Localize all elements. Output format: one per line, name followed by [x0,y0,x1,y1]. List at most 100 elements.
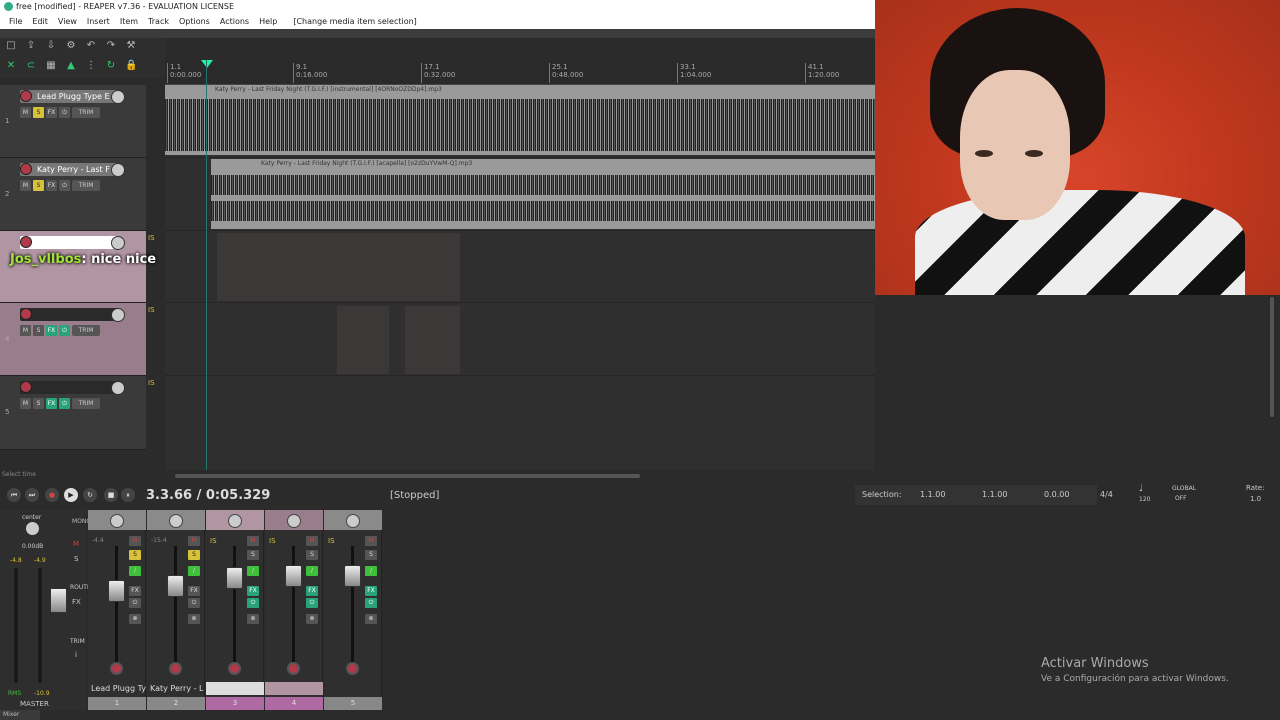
track-2-panel[interactable]: Katy Perry - Last F M S FX ⏻ TRIM 2 [0,158,147,231]
go-to-start-button[interactable]: ⏮ [7,488,21,502]
mute-button[interactable]: M [20,325,31,336]
grid-icon[interactable]: ▦ [45,60,57,72]
go-to-end-button[interactable]: ⏭ [25,488,39,502]
undo-icon[interactable]: ↶ [85,40,97,52]
solo-button[interactable]: S [129,550,141,560]
track-4-panel[interactable]: M S FX ⏻ TRIM 4 [0,303,147,376]
fx-bypass-button[interactable]: ⏻ [247,598,259,608]
redo-icon[interactable]: ↷ [105,40,117,52]
envelope-icon[interactable]: ⋮ [85,60,97,72]
stop-button[interactable]: ■ [104,488,118,502]
master-mute-button[interactable]: M [73,540,79,548]
solo-button[interactable]: S [306,550,318,560]
volume-fader[interactable] [167,575,184,597]
fx-button[interactable]: FX [46,107,57,118]
fx-bypass-button[interactable]: ⏻ [59,325,70,336]
mute-button[interactable]: M [20,398,31,409]
metronome-icon[interactable]: ⚒ [125,40,137,52]
pan-knob[interactable] [110,514,124,528]
new-project-icon[interactable]: □ [5,40,17,52]
playhead-marker[interactable] [201,60,213,68]
fx-bypass-button[interactable]: ⏻ [306,598,318,608]
menu-edit[interactable]: Edit [27,14,53,29]
media-item-instrumental[interactable]: Katy Perry - Last Friday Night (T.G.I.F.… [165,85,875,155]
fx-bypass-button[interactable]: ⏻ [129,598,141,608]
ripple-edit-icon[interactable]: ⊂ [25,60,37,72]
mixer-strip-2[interactable]: -15.4 M S / FX ⏻ ⊗ Katy Perry - L 2 [147,510,205,710]
volume-knob[interactable] [111,90,125,104]
track-name-field[interactable]: Lead Plugg Type E [20,90,120,103]
scroll-thumb[interactable] [1270,297,1274,417]
trim-mode-button[interactable]: TRIM [72,107,100,118]
mixer-strip-4[interactable]: IS M S / FX ⏻ ⊗ 4 [265,510,323,710]
time-signature[interactable]: 4/4 [1100,490,1113,499]
route-button[interactable]: ⊗ [188,614,200,624]
menu-file[interactable]: File [4,14,27,29]
solo-button[interactable]: S [33,398,44,409]
route-button[interactable]: ⊗ [247,614,259,624]
project-settings-icon[interactable]: ⚙ [65,40,77,52]
vertical-scrollbar[interactable] [1268,295,1276,470]
track-name-field[interactable] [20,236,120,249]
trim-button[interactable]: TRIM [70,638,85,645]
fx-bypass-button[interactable]: ⏻ [59,398,70,409]
metronome-icon[interactable]: ♩ [1139,484,1143,494]
track-name-field[interactable] [20,381,120,394]
volume-knob[interactable] [111,236,125,250]
track-5-panel[interactable]: M S FX ⏻ TRIM 5 [0,376,147,450]
mixer-strip-5[interactable]: IS M S / FX ⏻ ⊗ 5 [324,510,382,710]
fx-button[interactable]: FX [365,586,377,596]
empty-item[interactable] [405,306,460,374]
strip-name[interactable]: Lead Plugg Ty [88,682,146,695]
pan-knob[interactable] [228,514,242,528]
solo-button[interactable]: S [365,550,377,560]
menu-item[interactable]: Item [115,14,143,29]
volume-fader[interactable] [226,567,243,589]
volume-knob[interactable] [111,308,125,322]
fx-button[interactable]: FX [129,586,141,596]
selection-start[interactable]: 1.1.00 [920,490,945,499]
pan-knob[interactable] [287,514,301,528]
media-item-acapella[interactable]: Katy Perry - Last Friday Night (T.G.I.F.… [211,159,875,229]
record-arm-button[interactable] [110,662,123,675]
menu-track[interactable]: Track [143,14,174,29]
fx-button[interactable]: FX [247,586,259,596]
record-arm-button[interactable] [228,662,241,675]
volume-fader[interactable] [344,565,361,587]
empty-item[interactable] [217,233,460,301]
fx-button[interactable]: FX [46,398,57,409]
mixer-strip-1[interactable]: -4.4 M S / FX ⏻ ⊗ Lead Plugg Ty 1 [88,510,146,710]
fx-button[interactable]: FX [46,325,57,336]
scroll-thumb[interactable] [175,474,640,478]
master-fader[interactable] [50,588,67,613]
track-1-panel[interactable]: Lead Plugg Type E M S FX ⏻ TRIM 1 [0,85,147,158]
record-arm-button[interactable] [20,308,32,320]
item-grouping-icon[interactable]: ▲ [65,60,77,72]
mute-button[interactable]: M [129,536,141,546]
grid-snap-icon[interactable]: ✕ [5,60,17,72]
menu-actions[interactable]: Actions [215,14,254,29]
track-name-field[interactable]: Katy Perry - Last F [20,163,120,176]
trim-mode-button[interactable]: TRIM [72,398,100,409]
track-name-field[interactable] [20,308,120,321]
arrange-view[interactable]: Katy Perry - Last Friday Night (T.G.I.F.… [165,85,875,470]
pan-knob[interactable] [169,514,183,528]
empty-item[interactable] [337,306,389,374]
fx-bypass-button[interactable]: ⏻ [188,598,200,608]
record-arm-button[interactable] [20,236,32,248]
record-arm-button[interactable] [169,662,182,675]
mute-button[interactable]: M [188,536,200,546]
volume-fader[interactable] [108,580,125,602]
global-automation-label[interactable]: GLOBAL [1172,485,1196,492]
master-pan-knob[interactable] [26,522,39,535]
fx-button[interactable]: FX [188,586,200,596]
fx-bypass-button[interactable]: ⏻ [59,180,70,191]
mute-button[interactable]: M [365,536,377,546]
selection-end[interactable]: 1.1.00 [982,490,1007,499]
strip-name[interactable] [265,682,323,695]
menu-help[interactable]: Help [254,14,282,29]
strip-name[interactable]: Katy Perry - L [147,682,205,695]
loop-icon[interactable]: ↻ [105,60,117,72]
route-button[interactable]: ⊗ [129,614,141,624]
open-project-icon[interactable]: ⇪ [25,40,37,52]
